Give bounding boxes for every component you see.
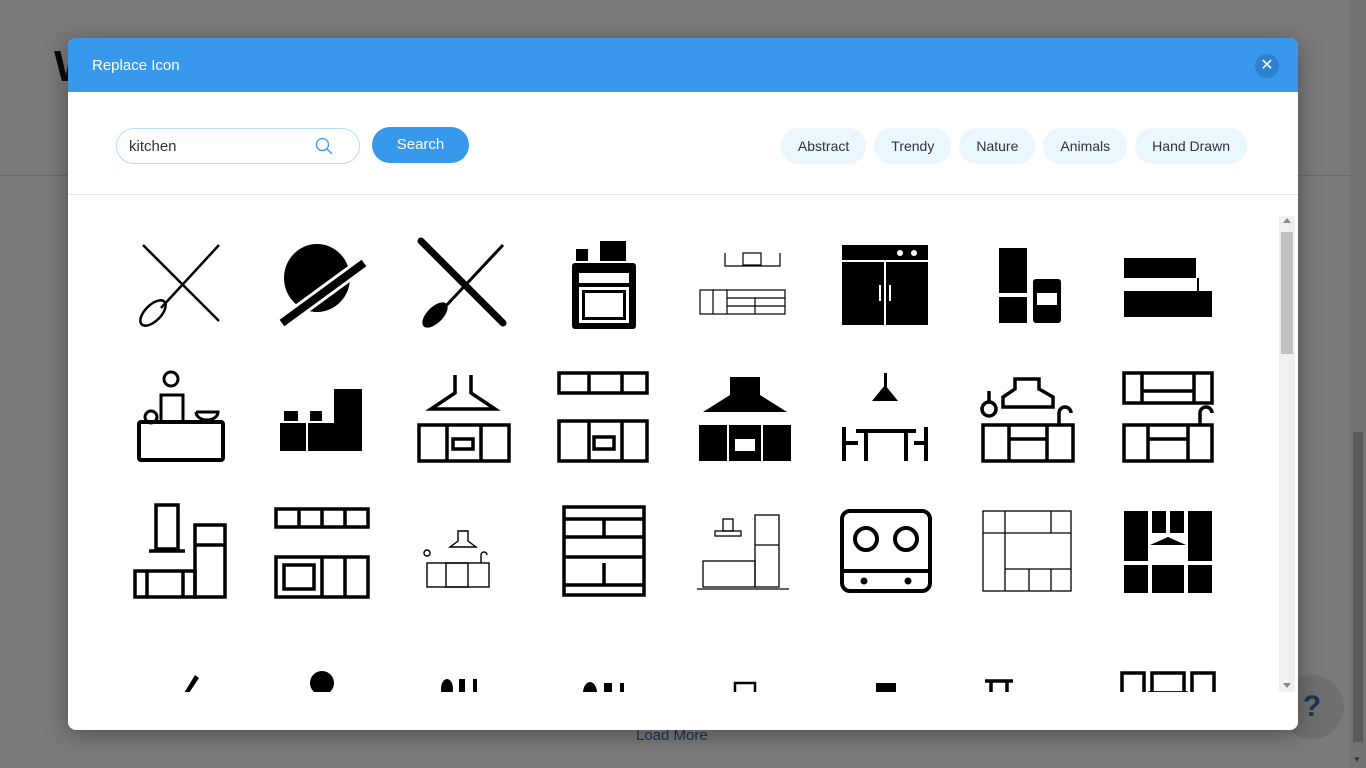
dialog-header: Replace Icon ✕ — [68, 38, 1298, 92]
icon-results — [68, 216, 1298, 692]
icon-result-item[interactable] — [392, 484, 533, 618]
whisk-rolling-pin-outline-icon — [138, 244, 220, 327]
scroll-up-arrow[interactable] — [1283, 218, 1291, 223]
rolling-pin-dough-icon — [277, 244, 368, 329]
range-hood-oven-outline-icon — [416, 375, 511, 463]
range-hood-solid-icon — [875, 683, 896, 692]
icon-result-item[interactable] — [251, 350, 392, 484]
results-scrollbar[interactable] — [1279, 216, 1295, 692]
icon-result-item[interactable] — [251, 484, 392, 618]
icon-result-item[interactable] — [815, 350, 956, 484]
replace-icon-dialog: Replace Icon ✕ Search Abstract Trendy Na… — [68, 38, 1298, 730]
stove-with-pot-icon — [571, 241, 636, 329]
icon-result-item[interactable] — [674, 484, 815, 618]
kitchen-appliances-fridge-icon — [279, 389, 362, 451]
tag-trendy[interactable]: Trendy — [874, 128, 952, 164]
chopstick-icon — [184, 675, 199, 692]
kitchen-cabinets-line-icon — [981, 510, 1072, 592]
kitchen-cabinets-hood-solid-icon — [1123, 511, 1212, 593]
cabinets-microwave-icon — [273, 507, 370, 599]
kitchen-line-art-fridge-icon — [696, 514, 789, 590]
kitchen-cabinets-set-icon — [1123, 258, 1212, 317]
cabinets-oven-outline-icon — [556, 371, 649, 463]
kitchen-cabinet-stove-solid-icon — [841, 245, 928, 325]
icon-result-item[interactable] — [1097, 216, 1238, 350]
icon-result-item[interactable] — [815, 216, 956, 350]
search-toolbar: Search Abstract Trendy Nature Animals Ha… — [68, 92, 1298, 195]
close-icon: ✕ — [1260, 57, 1274, 74]
cutlery-set-icon — [582, 682, 624, 692]
search-button[interactable]: Search — [372, 127, 469, 163]
icon-result-item[interactable] — [956, 350, 1097, 484]
scroll-down-arrow[interactable] — [1283, 683, 1291, 688]
utensils-counter-steam-icon — [984, 679, 1013, 692]
icon-result-item[interactable] — [956, 216, 1097, 350]
category-tags: Abstract Trendy Nature Animals Hand Draw… — [780, 128, 1247, 164]
icon-result-item[interactable] — [674, 216, 815, 350]
whisk-rolling-pin-solid-icon — [417, 237, 506, 328]
gas-cooktop-icon — [839, 509, 932, 593]
search-input[interactable] — [129, 129, 309, 163]
icon-result-item[interactable] — [1097, 618, 1238, 692]
icon-result-item[interactable] — [251, 216, 392, 350]
hood-counter-fridge-icon — [132, 503, 227, 599]
scroll-thumb[interactable] — [1281, 232, 1293, 354]
icon-result-item[interactable] — [392, 350, 533, 484]
chef-cooking-counter-icon — [136, 370, 225, 462]
kitchen-hood-sink-stove-icon — [979, 377, 1075, 463]
icon-result-item[interactable] — [392, 216, 533, 350]
icon-result-item[interactable] — [533, 484, 674, 618]
pendant-lamp-dining-table-icon — [841, 373, 928, 461]
spoon-fork-knife-icon — [440, 679, 477, 692]
icon-result-item[interactable] — [110, 484, 251, 618]
icon-result-item[interactable] — [1097, 484, 1238, 618]
icon-result-item[interactable] — [1097, 350, 1238, 484]
search-box — [116, 128, 360, 164]
icon-result-item[interactable] — [533, 216, 674, 350]
icon-result-item[interactable] — [392, 618, 533, 692]
icon-result-item[interactable] — [674, 618, 815, 692]
kitchen-shelving-unit-icon — [561, 505, 646, 597]
icon-result-item[interactable] — [110, 618, 251, 692]
icon-grid — [110, 216, 1250, 692]
tag-abstract[interactable]: Abstract — [780, 128, 867, 164]
cabinets-hood-steam-icon — [1119, 671, 1216, 692]
spoon-icon — [309, 671, 334, 692]
small-kitchen-hood-stove-icon — [422, 530, 490, 588]
tag-hand-drawn[interactable]: Hand Drawn — [1135, 128, 1247, 164]
fridge-and-oven-icon — [998, 248, 1061, 323]
icon-result-item[interactable] — [956, 618, 1097, 692]
icon-result-item[interactable] — [533, 350, 674, 484]
range-hood-outline-icon — [733, 681, 756, 692]
range-hood-oven-solid-icon — [698, 377, 791, 461]
icon-result-item[interactable] — [956, 484, 1097, 618]
kitchen-counter-thin-icon — [698, 252, 786, 315]
icon-result-item[interactable] — [533, 618, 674, 692]
icon-result-item[interactable] — [110, 350, 251, 484]
icon-result-item[interactable] — [674, 350, 815, 484]
close-button[interactable]: ✕ — [1255, 54, 1279, 78]
search-icon[interactable] — [315, 137, 333, 155]
icon-result-item[interactable] — [815, 484, 956, 618]
cabinets-stove-sink-icon — [1121, 371, 1214, 463]
icon-result-item[interactable] — [110, 216, 251, 350]
tag-animals[interactable]: Animals — [1043, 128, 1128, 164]
dialog-title: Replace Icon — [92, 57, 180, 74]
icon-result-item[interactable] — [815, 618, 956, 692]
tag-nature[interactable]: Nature — [959, 128, 1036, 164]
icon-result-item[interactable] — [251, 618, 392, 692]
